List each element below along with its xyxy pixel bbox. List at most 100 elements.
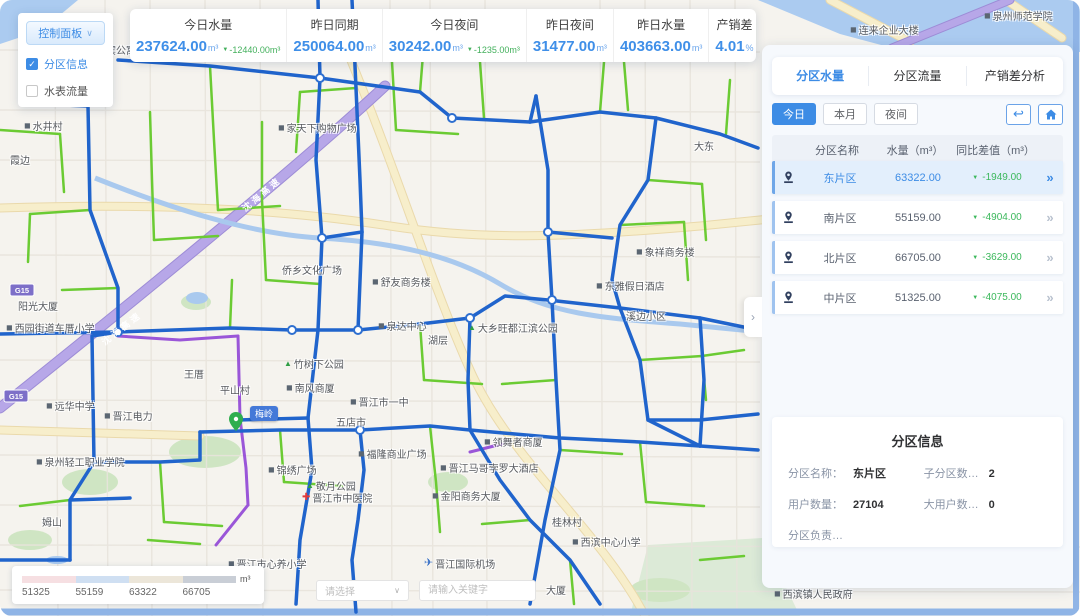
info-field-name: 分区名称：东片区 [788,465,924,481]
school-icon: ◼ [46,402,53,410]
double-chevron-icon[interactable]: » [1037,250,1063,265]
map-label: ✚晋江市中医院 [302,490,372,505]
double-chevron-icon[interactable]: » [1037,210,1063,225]
layer-option-meter-flow[interactable]: 水表流量 [26,83,105,99]
keyword-input[interactable] [419,580,536,601]
map-label: ◼领舞者商厦 [484,434,543,449]
stats-bar: 今日水量 237624.00m³ ▼-12440.00m³ 昨日同期 25006… [130,9,756,62]
map-label: 王厝 [184,366,204,381]
map-label: ◼金阳商务大厦 [432,488,501,503]
table-row-east[interactable]: 东片区 63322.00 ▼-1949.00 » [772,161,1063,194]
map-label: ◼水井村 [24,118,63,133]
tab-nrw-analysis[interactable]: 产销差分析 [966,66,1063,86]
legend-ticks: 51325 55159 63322 66705 [22,587,254,598]
checkbox-unchecked-icon[interactable] [26,85,38,97]
legend-segment [22,576,76,583]
panel-collapse-handle[interactable]: › [744,297,762,337]
map-label: ◼福隆商业广场 [358,446,427,461]
map-label: ◼泉州轻工职业学院 [36,454,125,469]
filter-today-button[interactable]: 今日 [772,103,816,125]
tree-icon: ▲ [284,360,292,368]
checkbox-checked-icon[interactable]: ✓ [26,58,38,70]
tab-partition-volume[interactable]: 分区水量 [772,66,868,86]
map-label: 溪边小区 [626,308,666,323]
delta-cell: ▼-4075.00 [957,292,1037,303]
map-label: 霞边 [10,152,30,167]
map-label: 五店市 [336,414,366,429]
double-chevron-icon[interactable]: » [1037,170,1063,185]
filter-month-button[interactable]: 本月 [823,103,867,125]
info-field-subzones: 子分区数…2 [924,465,1047,481]
chevron-down-icon: ∨ [394,586,400,595]
map-pin-icon [775,171,801,184]
map-label: 姆山 [42,514,62,529]
area-select[interactable]: 请选择 ∨ [316,580,409,601]
map-label: ✈晋江国际机场 [424,556,495,571]
building-icon: ◼ [358,450,365,458]
stat-nrw-rate: 产销差 4.01% [708,9,759,62]
legend-segment [183,576,237,583]
dashboard-screen: G15 G15 沈海高速 沈海高速 宾公寓◼天林大厦◼水井村霞边◼家天下购物广场… [0,0,1080,616]
building-icon: ◼ [596,282,603,290]
map-label: ◼晋江马哥孛罗大酒店 [440,460,539,475]
map-label: ◼晋江电力 [104,408,153,423]
tab-partition-flow[interactable]: 分区流量 [868,66,965,86]
map-label: 梅岭 [250,406,278,421]
double-chevron-icon[interactable]: » [1037,290,1063,305]
stat-yesterday-volume: 昨日水量 403663.00m³ [613,9,708,62]
map-label: ◼东雅假日酒店 [596,278,665,293]
school-icon: ◼ [36,458,43,466]
down-arrow-icon: ▼ [972,215,978,221]
period-filter-row: 今日 本月 夜间 ↩ [772,103,1063,125]
map-label: 侨乡文化广场 [282,262,342,277]
info-field-big-users: 大用户数…0 [924,496,1047,512]
panel-tabs: 分区水量 分区流量 产销差分析 [772,57,1063,95]
map-label: ◼西滨镇人民政府 [774,586,853,601]
down-arrow-icon: ▼ [972,255,978,261]
map-label: ◼泉州师范学院 [984,8,1053,23]
map-label: ◼锦绣广场 [268,462,317,477]
map-label: 大厦 [546,582,566,597]
info-field-users: 用户数量：27104 [788,496,924,512]
school-icon: ◼ [6,324,13,332]
control-panel-toggle[interactable]: 控制面板∨ [26,21,105,45]
delta-cell: ▼-3629.00 [957,252,1037,263]
table-row-middle[interactable]: 中片区 51325.00 ▼-4075.00 » [772,281,1063,314]
map-pin-icon [775,291,801,304]
map-label: 阳光大厦 [18,298,58,313]
map-pin-icon [775,251,801,264]
delta-cell: ▼-1949.00 [957,172,1037,183]
stat-yesterday-night: 昨日夜间 31477.00m³ [526,9,613,62]
legend-segment [129,576,183,583]
map-label: 大东 [694,138,714,153]
map-label: ◼舒友商务楼 [372,274,431,289]
map-label: 桂林村 [552,514,582,529]
info-field-manager: 分区负责… [788,527,924,543]
building-icon: ◼ [440,464,447,472]
home-button[interactable] [1038,104,1063,125]
delta-cell: ▼-4904.00 [957,212,1037,223]
building-icon: ◼ [372,278,379,286]
building-icon: ◼ [636,248,643,256]
map-label: ◼连来企业大楼 [850,22,919,37]
map-label: 湖层 [428,332,448,347]
map-label: 平山村 [220,382,250,397]
map-label: ▲竹树下公园 [284,356,344,371]
control-panel: 控制面板∨ ✓ 分区信息 水表流量 [18,13,113,107]
map-label: ◼家天下购物广场 [278,120,357,135]
building-icon: ◼ [378,322,385,330]
down-arrow-icon: ▼ [467,47,473,53]
down-arrow-icon: ▼ [222,47,228,53]
map-label: ◼泉达中心 [378,318,427,333]
undo-button[interactable]: ↩ [1006,104,1031,125]
table-row-south[interactable]: 南片区 55159.00 ▼-4904.00 » [772,201,1063,234]
building-icon: ◼ [268,466,275,474]
legend-segment [76,576,130,583]
filter-night-button[interactable]: 夜间 [874,103,918,125]
building-icon: ◼ [432,492,439,500]
map-label: ◼南风商厦 [286,380,335,395]
table-row-north[interactable]: 北片区 66705.00 ▼-3629.00 » [772,241,1063,274]
layer-option-partition-info[interactable]: ✓ 分区信息 [26,56,105,72]
map-label: ◼象祥商务楼 [636,244,695,259]
decrease-delta: ▼-1235.00m³ [467,45,520,55]
